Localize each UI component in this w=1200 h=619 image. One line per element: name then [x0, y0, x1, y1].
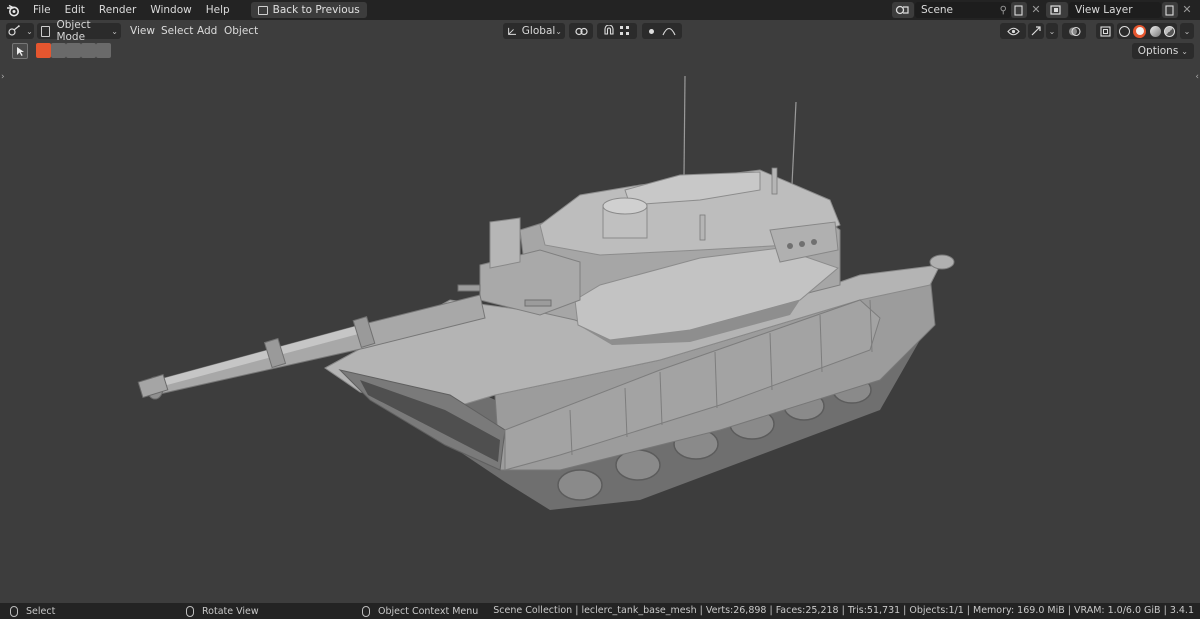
close-view-layer-icon[interactable]: ✕ — [1180, 2, 1194, 18]
status-rotate-label: Rotate View — [202, 605, 259, 617]
status-hint-context: Object Context Menu — [362, 603, 478, 619]
chevron-down-icon: ⌄ — [555, 26, 562, 36]
object-mode-label: Object Mode — [56, 19, 91, 43]
select-intersect-mode-button[interactable] — [96, 43, 111, 58]
select-extend-mode-button[interactable] — [51, 43, 66, 58]
status-select-label: Select — [26, 605, 56, 617]
mouse-middle-icon — [186, 605, 194, 617]
select-subtract-mode-button[interactable] — [66, 43, 81, 58]
select-tool-button[interactable] — [12, 43, 28, 59]
scene-name-field[interactable]: Scene ⚲ — [915, 2, 1011, 18]
view-layer-icon — [1050, 5, 1061, 15]
scene-name: Scene — [921, 4, 954, 16]
scene-statistics: Scene Collection | leclerc_tank_base_mes… — [493, 605, 1194, 616]
duplicate-icon — [1165, 4, 1174, 16]
link-icon — [574, 27, 588, 35]
sidebar-expand-icon[interactable]: ‹ — [1195, 72, 1199, 82]
cursor-arrow-icon — [17, 47, 24, 56]
visibility-button[interactable] — [1000, 23, 1026, 39]
object-mode-dropdown[interactable]: Object Mode ⌄ — [37, 19, 121, 43]
3d-viewport-icon — [8, 25, 20, 36]
rendered-shading-icon[interactable] — [1164, 25, 1176, 37]
menu-select[interactable]: Select — [161, 23, 193, 39]
menu-object[interactable]: Object — [224, 23, 258, 39]
status-hint-select: Select — [10, 603, 55, 619]
select-invert-mode-button[interactable] — [81, 43, 96, 58]
back-to-previous-label: Back to Previous — [272, 4, 360, 16]
chevron-down-icon: ⌄ — [26, 26, 33, 36]
menu-render[interactable]: Render — [92, 0, 143, 20]
scene-icon — [895, 5, 909, 15]
transform-orientation-dropdown[interactable]: Global ⌄ — [503, 23, 565, 39]
new-view-layer-button[interactable] — [1162, 2, 1178, 18]
menu-file[interactable]: File — [26, 0, 58, 20]
pin-icon[interactable]: ⚲ — [1000, 5, 1007, 16]
options-label: Options — [1137, 45, 1179, 57]
editor-type-button[interactable]: ⌄ — [6, 23, 34, 39]
status-bar: Select Rotate View Object Context Menu S… — [0, 603, 1200, 619]
view-layer-browse-button[interactable] — [1046, 2, 1068, 18]
orientation-icon — [508, 27, 516, 35]
gizmo-toggle-button[interactable] — [1028, 23, 1044, 39]
menu-view[interactable]: View — [130, 23, 155, 39]
chevron-down-icon: ⌄ — [1183, 26, 1191, 36]
view-layer-name-field[interactable]: View Layer — [1069, 2, 1161, 18]
blender-logo-icon[interactable] — [0, 0, 26, 20]
mouse-left-icon — [10, 605, 18, 617]
scene-browse-button[interactable] — [892, 2, 914, 18]
overlays-button[interactable] — [1062, 23, 1086, 39]
falloff-curve-icon — [662, 27, 675, 36]
toolbar-expand-icon[interactable]: › — [1, 72, 5, 82]
chevron-down-icon: ⌄ — [1181, 46, 1188, 56]
gizmo-dropdown[interactable]: ⌄ — [1046, 23, 1058, 39]
chevron-down-icon: ⌄ — [1048, 26, 1056, 36]
orientation-label: Global — [521, 25, 556, 37]
status-context-label: Object Context Menu — [378, 605, 479, 617]
duplicate-icon — [1014, 4, 1023, 16]
back-to-previous-button[interactable]: Back to Previous — [250, 2, 367, 18]
snap-toggle-button[interactable] — [597, 23, 637, 39]
snap-magnet-icon — [604, 25, 614, 35]
status-hint-rotate: Rotate View — [186, 603, 259, 619]
snap-grid-icon — [620, 26, 629, 35]
pivot-point-button[interactable] — [569, 23, 593, 39]
select-new-mode-button[interactable] — [36, 43, 51, 58]
mouse-right-icon — [362, 605, 370, 617]
menu-window[interactable]: Window — [143, 0, 198, 20]
xray-toggle-button[interactable] — [1096, 23, 1114, 39]
shading-mode-group — [1117, 23, 1177, 39]
options-dropdown[interactable]: Options ⌄ — [1131, 43, 1194, 59]
menu-help[interactable]: Help — [199, 0, 237, 20]
tank-model — [137, 75, 955, 510]
menu-edit[interactable]: Edit — [58, 0, 92, 20]
proportional-dot-icon — [648, 28, 654, 34]
close-scene-icon[interactable]: ✕ — [1029, 2, 1043, 18]
chevron-down-icon: ⌄ — [111, 26, 118, 36]
shading-options-dropdown[interactable]: ⌄ — [1180, 23, 1194, 39]
xray-icon — [1099, 25, 1111, 37]
object-mode-icon — [41, 25, 51, 37]
solid-shading-icon[interactable] — [1133, 24, 1147, 38]
eye-icon — [1006, 27, 1020, 35]
new-scene-button[interactable] — [1011, 2, 1027, 18]
wireframe-shading-icon[interactable] — [1118, 25, 1130, 37]
proportional-editing-button[interactable] — [642, 23, 682, 39]
screen-icon — [257, 5, 268, 15]
menu-add[interactable]: Add — [197, 23, 217, 39]
3d-viewport[interactable] — [0, 41, 1200, 604]
overlays-icon — [1068, 26, 1081, 36]
view-layer-name: View Layer — [1075, 4, 1133, 16]
gizmo-icon — [1031, 26, 1041, 36]
material-preview-icon[interactable] — [1149, 25, 1161, 37]
